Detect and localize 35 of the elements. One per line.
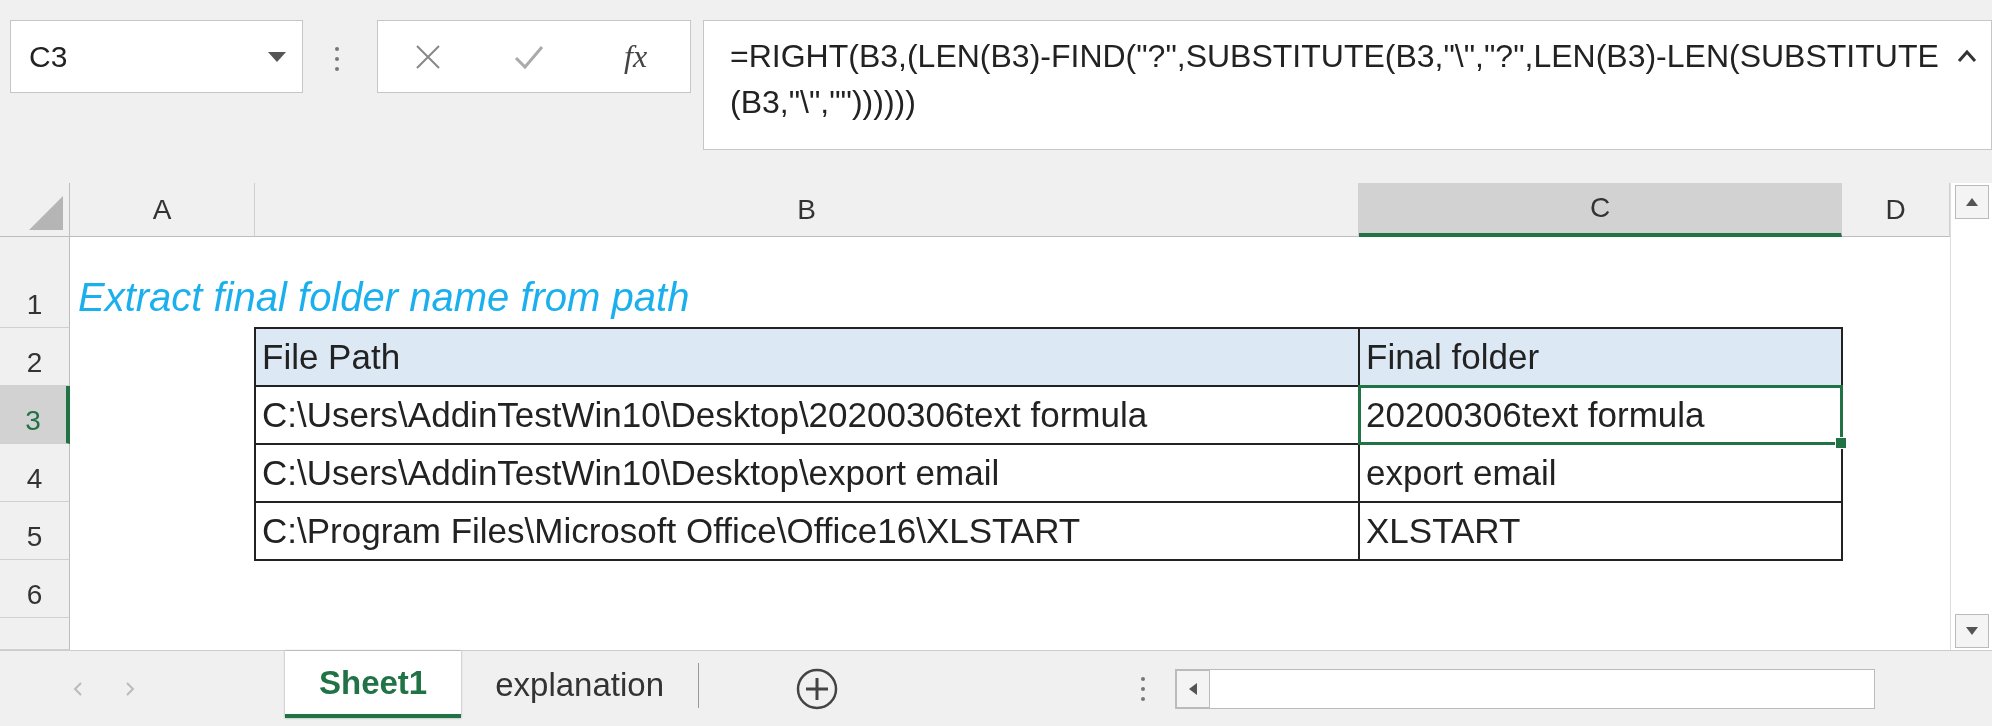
table-header-cell: Final folder	[1358, 327, 1843, 387]
scroll-down-button[interactable]	[1954, 614, 1989, 648]
scroll-up-button[interactable]	[1954, 185, 1989, 219]
more-icon[interactable]	[1139, 675, 1148, 702]
row-header[interactable]: 3	[0, 386, 70, 444]
row-header[interactable]: 1	[0, 237, 70, 328]
insert-function-button[interactable]: fx	[618, 38, 654, 75]
check-icon[interactable]	[514, 43, 545, 70]
table-cell[interactable]: XLSTART	[1358, 501, 1843, 561]
formula-bar[interactable]: =RIGHT(B3,(LEN(B3)-FIND("?",SUBSTITUTE(B3,"\","?",LEN(B3)-LEN(SUBSTITUTE(B3,"\",""))))))	[703, 20, 1992, 150]
cancel-icon[interactable]	[414, 43, 441, 70]
scroll-left-button[interactable]	[1176, 669, 1211, 708]
more-icon[interactable]	[333, 46, 341, 72]
column-header[interactable]: D	[1842, 183, 1950, 237]
row-header[interactable]: 5	[0, 502, 70, 560]
collapse-icon[interactable]	[1957, 49, 1977, 63]
arrow-icon	[1965, 625, 1978, 637]
sheet-title: Extract final folder name from path	[77, 274, 691, 321]
column-header[interactable]: B	[255, 183, 1359, 237]
table-cell[interactable]: C:\Program Files\Microsoft Office\Office16\XLSTART	[254, 501, 1360, 561]
dropdown-icon	[268, 51, 286, 62]
sheet-tab[interactable]: explanation	[461, 651, 699, 718]
row-header[interactable]: 6	[0, 560, 70, 618]
horizontal-scrollbar[interactable]	[1175, 668, 1876, 709]
column-header[interactable]: A	[70, 183, 255, 237]
arrow-icon	[1965, 196, 1978, 208]
row-header[interactable]: 4	[0, 444, 70, 502]
add-sheet-icon[interactable]	[795, 666, 840, 711]
sheet-tab[interactable]: Sheet1	[285, 651, 462, 718]
name-box[interactable]: C3	[10, 20, 303, 93]
row-header[interactable]: 2	[0, 328, 70, 386]
fill-handle[interactable]	[1835, 437, 1847, 449]
column-header[interactable]: C	[1359, 183, 1842, 237]
arrow-icon	[1187, 682, 1200, 695]
table-header-cell: File Path	[254, 327, 1360, 387]
